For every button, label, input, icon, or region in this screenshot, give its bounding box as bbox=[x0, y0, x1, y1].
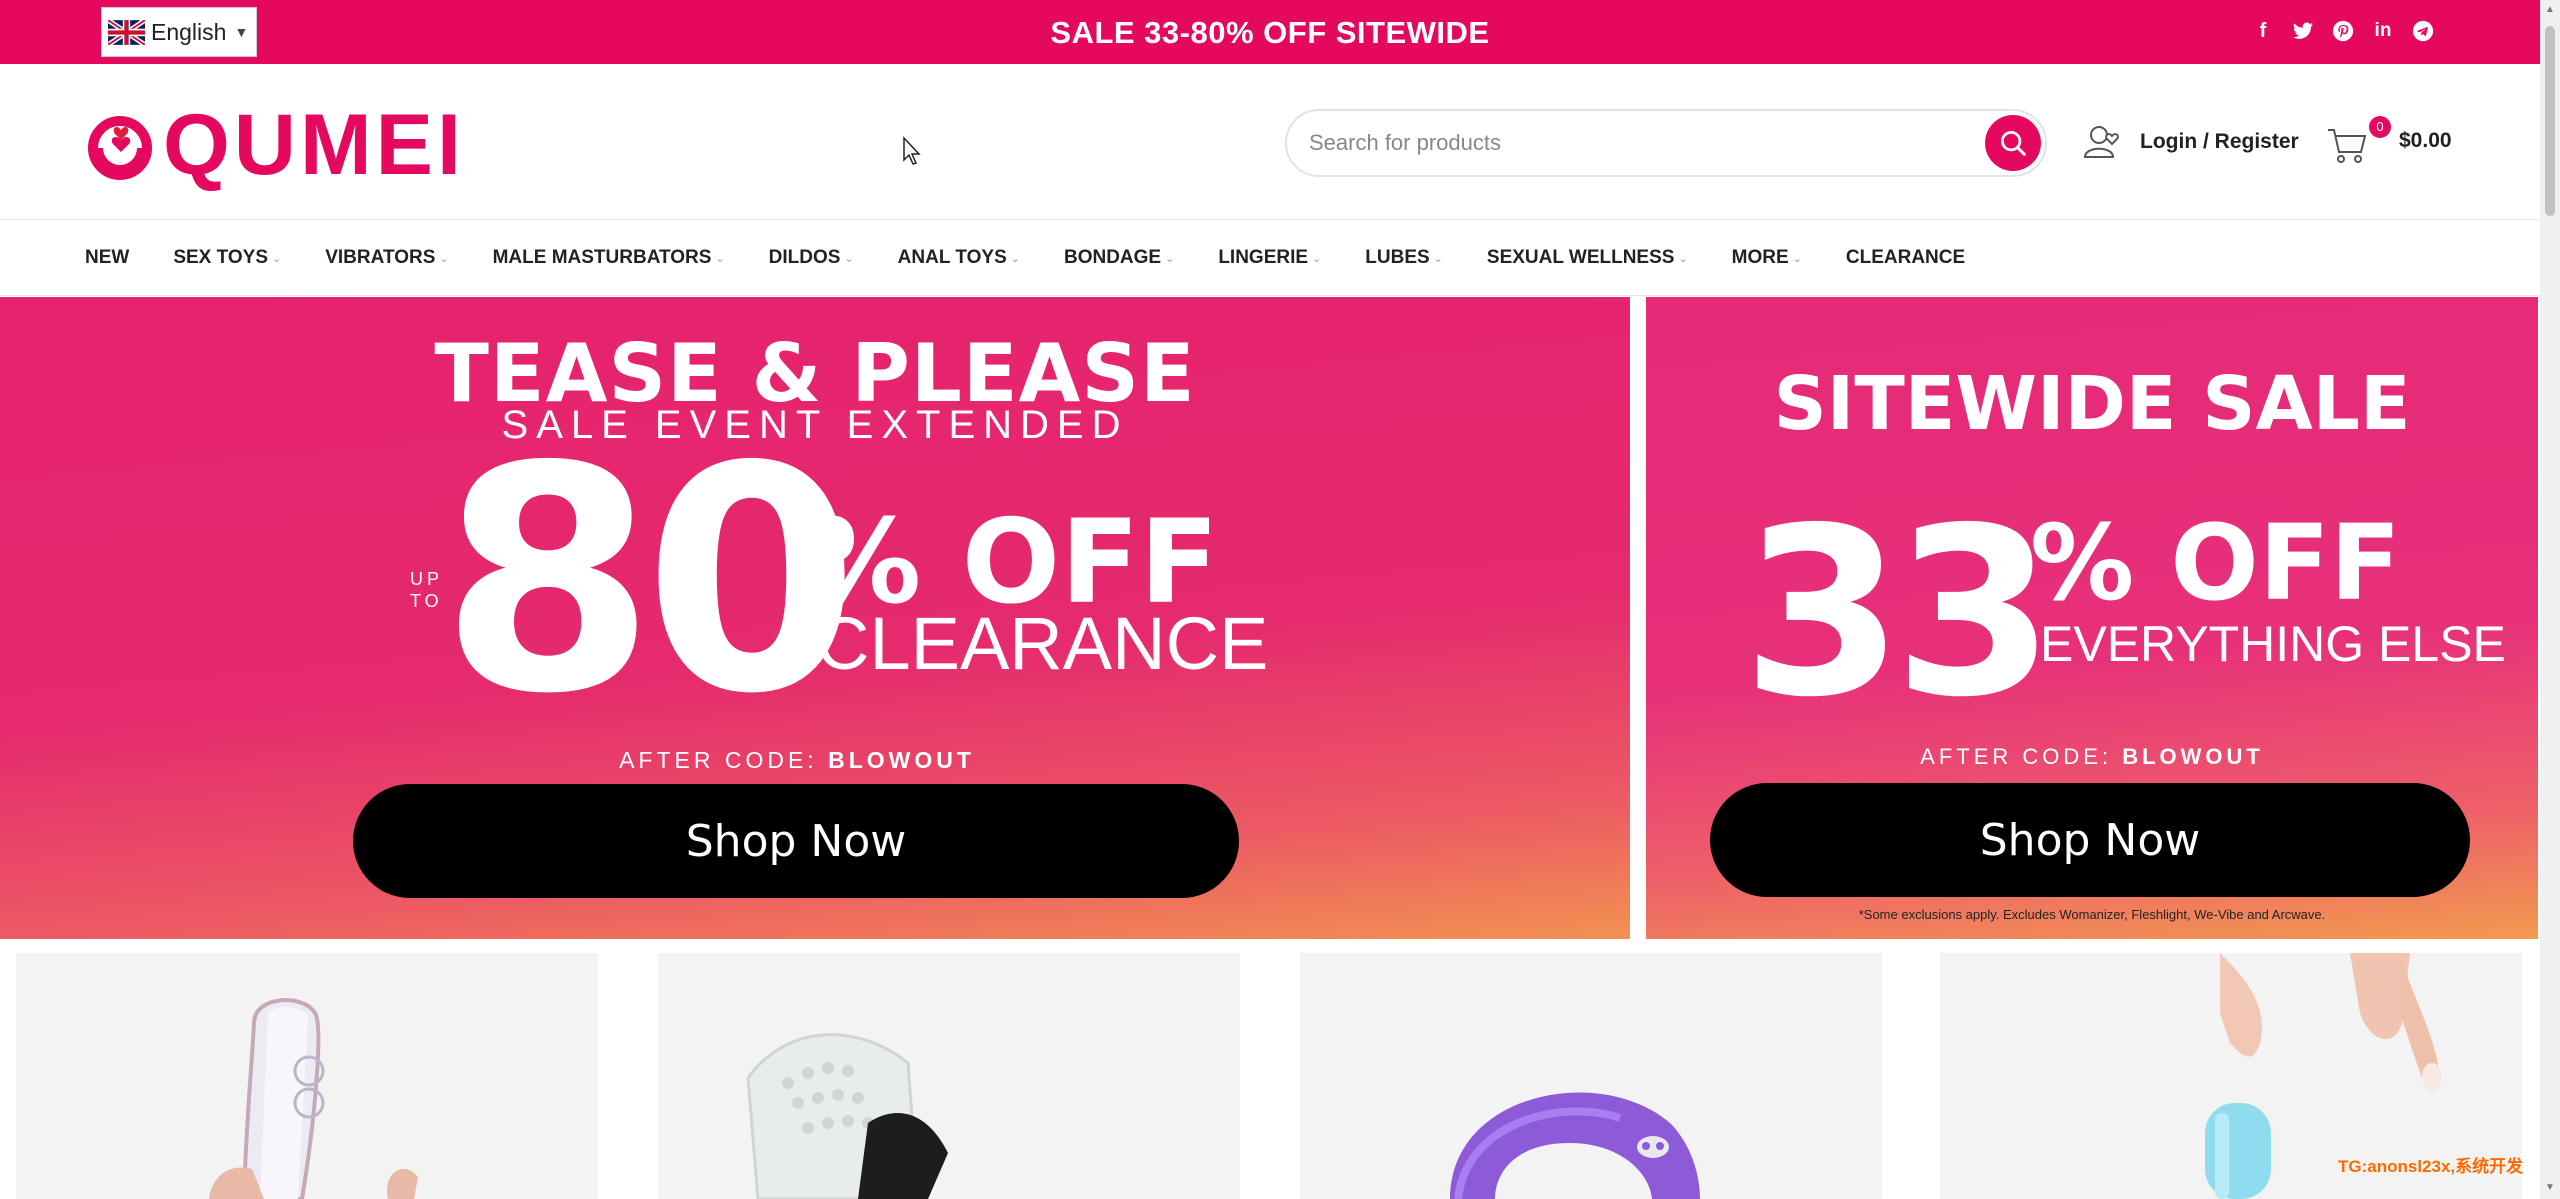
shop-now-button-sitewide[interactable]: Shop Now bbox=[1710, 783, 2470, 897]
nav-item-label: NEW bbox=[85, 247, 130, 268]
watermark-text: TG:anonsl23x,系统开发 bbox=[2338, 1157, 2524, 1176]
scroll-down-arrow-icon[interactable]: ▼ bbox=[2544, 1182, 2556, 1194]
cart-count-badge: 0 bbox=[2369, 116, 2391, 138]
chevron-down-icon: ⌄ bbox=[1433, 252, 1443, 265]
promo-text: SALE 33-80% OFF SITEWIDE bbox=[1050, 15, 1490, 50]
nav-item-sex-toys[interactable]: SEX TOYS ⌄ bbox=[173, 247, 281, 269]
product-image-masturbator bbox=[746, 1033, 948, 1199]
telegram-icon[interactable] bbox=[2412, 20, 2434, 42]
linkedin-icon[interactable]: in bbox=[2372, 20, 2394, 42]
cart-total: $0.00 bbox=[2399, 129, 2452, 152]
shop-now-button-clearance[interactable]: Shop Now bbox=[353, 784, 1239, 898]
nav-item-label: ANAL TOYS bbox=[897, 247, 1007, 268]
product-image-purple-vibrator bbox=[1450, 1092, 1700, 1199]
nav-item-vibrators[interactable]: VIBRATORS ⌄ bbox=[325, 247, 448, 269]
chevron-down-icon: ⌄ bbox=[1165, 252, 1175, 265]
site-header: QUMEI Login / Register 0 $0.00 bbox=[0, 64, 2540, 220]
nav-list: NEW SEX TOYS ⌄ VIBRATORS ⌄ MALE MASTURBATORS ⌄… bbox=[85, 247, 2009, 269]
nav-item-clearance[interactable]: CLEARANCE bbox=[1846, 247, 1965, 269]
nav-item-label: LUBES bbox=[1365, 247, 1430, 268]
social-links: f in bbox=[2252, 20, 2434, 42]
nav-item-label: CLEARANCE bbox=[1845, 247, 1966, 268]
nav-item-bondage[interactable]: BONDAGE ⌄ bbox=[1064, 247, 1174, 269]
banner-code: AFTER CODE: BLOWOUT bbox=[1646, 744, 2538, 770]
chevron-down-icon: ⌄ bbox=[272, 252, 282, 265]
chevron-down-icon: ⌄ bbox=[1312, 252, 1322, 265]
banner-code-value: BLOWOUT bbox=[2122, 744, 2264, 769]
nav-item-lingerie[interactable]: LINGERIE ⌄ bbox=[1218, 247, 1321, 269]
site-logo[interactable]: QUMEI bbox=[85, 102, 465, 188]
chevron-down-icon: ⌄ bbox=[715, 252, 725, 265]
top-bar: English ▼ SALE 33-80% OFF SITEWIDE f in bbox=[0, 0, 2540, 64]
nav-item-dildos[interactable]: DILDOS ⌄ bbox=[769, 247, 854, 269]
banner-category: EVERYTHING ELSE bbox=[2040, 616, 2506, 672]
cart-button[interactable]: 0 $0.00 bbox=[2325, 116, 2452, 166]
nav-item-new[interactable]: NEW bbox=[85, 247, 129, 269]
search-button[interactable] bbox=[1985, 115, 2041, 171]
banner-disclaimer: *Some exclusions apply. Excludes Womaniz… bbox=[1858, 907, 2326, 922]
search-input[interactable] bbox=[1309, 111, 1929, 175]
pinterest-icon[interactable] bbox=[2332, 20, 2354, 42]
chevron-down-icon: ⌄ bbox=[1792, 252, 1802, 265]
banner-big-number: 33 bbox=[1742, 478, 2055, 748]
page-scrollbar[interactable]: ▲ ▼ bbox=[2540, 0, 2560, 1199]
nav-item-lubes[interactable]: LUBES ⌄ bbox=[1365, 247, 1443, 269]
main-nav: NEW SEX TOYS ⌄ VIBRATORS ⌄ MALE MASTURBATORS ⌄… bbox=[0, 221, 2540, 296]
facebook-icon[interactable]: f bbox=[2252, 20, 2274, 42]
product-card[interactable] bbox=[16, 953, 598, 1199]
banner-up: UP bbox=[410, 569, 444, 589]
nav-item-more[interactable]: MORE ⌄ bbox=[1732, 247, 1802, 269]
logo-heart-icon bbox=[88, 116, 152, 180]
nav-item-label: MALE MASTURBATORS bbox=[492, 247, 712, 268]
logo-text: QUMEI bbox=[163, 97, 465, 193]
chevron-down-icon: ⌄ bbox=[1010, 252, 1020, 265]
chevron-down-icon: ⌄ bbox=[1678, 252, 1688, 265]
nav-item-male-masturbators[interactable]: MALE MASTURBATORS ⌄ bbox=[493, 247, 725, 269]
page: English ▼ SALE 33-80% OFF SITEWIDE f in … bbox=[0, 0, 2560, 1199]
nav-item-label: LINGERIE bbox=[1218, 247, 1309, 268]
product-image-womanizer bbox=[209, 998, 418, 1199]
nav-item-label: SEX TOYS bbox=[173, 247, 269, 268]
banner-code-prefix: AFTER CODE: bbox=[1920, 744, 2113, 769]
scroll-up-arrow-icon[interactable]: ▲ bbox=[2544, 4, 2556, 16]
chevron-down-icon: ⌄ bbox=[439, 252, 449, 265]
scrollbar-thumb[interactable] bbox=[2545, 26, 2555, 216]
nav-item-label: MORE bbox=[1731, 247, 1789, 268]
twitter-icon[interactable] bbox=[2292, 20, 2314, 42]
search-bar bbox=[1285, 109, 2047, 177]
nav-item-anal-toys[interactable]: ANAL TOYS ⌄ bbox=[898, 247, 1020, 269]
banner-code: AFTER CODE: BLOWOUT bbox=[0, 747, 1594, 774]
banner-sitewide[interactable]: SITEWIDE SALE 33 % OFF EVERYTHING ELSE A… bbox=[1646, 297, 2538, 939]
nav-item-label: DILDOS bbox=[768, 247, 841, 268]
nav-item-label: VIBRATORS bbox=[325, 247, 436, 268]
user-icon bbox=[2083, 126, 2119, 158]
banner-headline: SITEWIDE SALE bbox=[1773, 361, 2411, 447]
product-card[interactable] bbox=[658, 953, 1240, 1199]
banner-clearance[interactable]: TEASE & PLEASE SALE EVENT EXTENDED UP TO… bbox=[0, 297, 1630, 939]
banner-code-value: BLOWOUT bbox=[828, 747, 975, 773]
chevron-down-icon: ⌄ bbox=[844, 252, 854, 265]
nav-item-label: BONDAGE bbox=[1063, 247, 1162, 268]
banner-big-number: 80 bbox=[440, 401, 859, 762]
nav-item-sexual-wellness[interactable]: SEXUAL WELLNESS ⌄ bbox=[1487, 247, 1688, 269]
banner-percent-off: % OFF bbox=[2030, 502, 2401, 624]
product-card[interactable] bbox=[1300, 953, 1882, 1199]
banner-code-prefix: AFTER CODE: bbox=[619, 747, 818, 773]
banner-category: CLEARANCE bbox=[816, 602, 1269, 685]
banner-to: TO bbox=[410, 591, 443, 611]
mouse-cursor-icon bbox=[903, 136, 921, 165]
product-grid bbox=[0, 953, 2540, 1199]
login-register-label: Login / Register bbox=[2140, 130, 2299, 153]
search-icon bbox=[2001, 131, 2026, 156]
nav-item-label: SEXUAL WELLNESS bbox=[1486, 247, 1675, 268]
cart-icon bbox=[2328, 129, 2367, 163]
login-register-link[interactable]: Login / Register bbox=[2082, 124, 2299, 160]
